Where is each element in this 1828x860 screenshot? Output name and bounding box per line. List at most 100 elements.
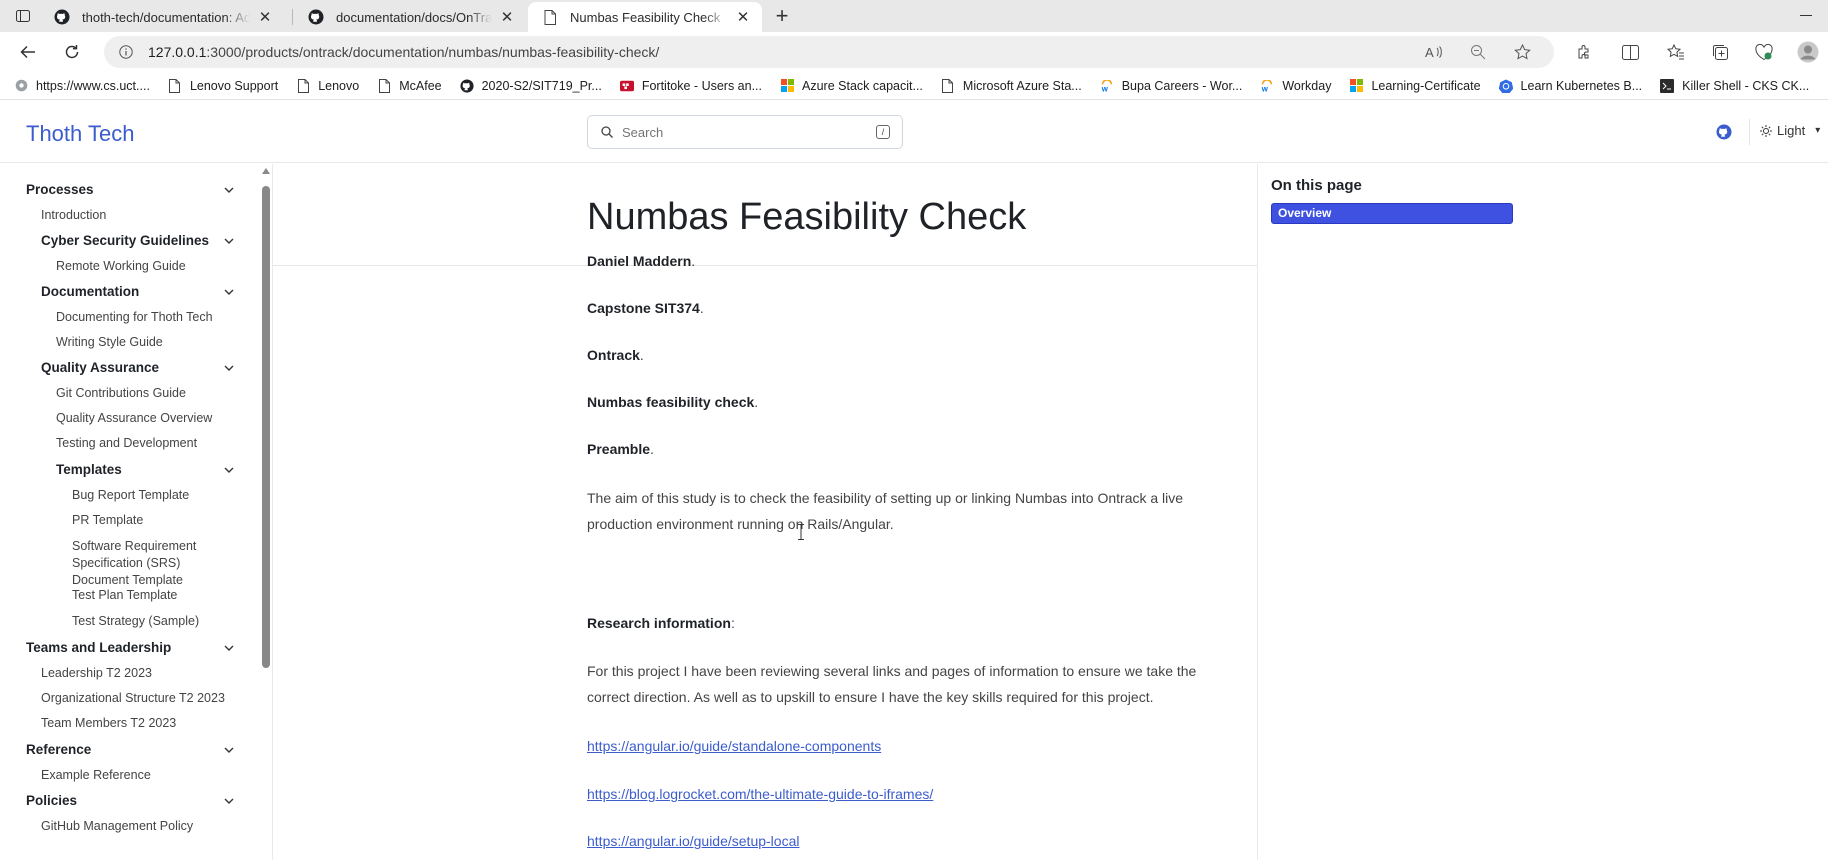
split-screen-icon[interactable] — [1618, 40, 1642, 64]
favorites-icon[interactable] — [1664, 40, 1688, 64]
zoom-out-icon[interactable] — [1466, 40, 1490, 64]
svg-text:w: w — [1261, 84, 1269, 92]
search-box[interactable]: / — [587, 115, 903, 149]
scroll-up-icon[interactable] — [262, 168, 270, 174]
browser-tab-bar: thoth-tech/documentation: Add ✕ document… — [0, 0, 1828, 32]
sidebar-item-github-management-policy[interactable]: GitHub Management Policy — [41, 818, 236, 835]
sidebar-item-organizational-structure-t2-2023[interactable]: Organizational Structure T2 2023 — [41, 690, 236, 707]
reference-link[interactable]: https://angular.io/guide/standalone-comp… — [587, 738, 881, 754]
sidebar-item-test-plan-template[interactable]: Test Plan Template — [72, 587, 236, 604]
chevron-down-icon[interactable] — [222, 641, 236, 655]
sidebar-item-bug-report-template[interactable]: Bug Report Template — [72, 487, 236, 504]
sidebar-item-reference[interactable]: Reference — [26, 741, 236, 758]
sidebar-item-writing-style-guide[interactable]: Writing Style Guide — [56, 334, 236, 351]
sidebar-item-cyber-security-guidelines[interactable]: Cyber Security Guidelines — [41, 232, 236, 249]
sidebar-item-git-contributions-guide[interactable]: Git Contributions Guide — [56, 385, 236, 402]
sidebar-item-quality-assurance-overview[interactable]: Quality Assurance Overview — [56, 410, 236, 427]
new-tab-icon[interactable]: + — [770, 3, 794, 28]
svg-text:A: A — [1425, 45, 1434, 59]
url-text: 127.0.0.1:3000/products/ontrack/document… — [148, 44, 659, 60]
read-aloud-icon[interactable]: A — [1422, 40, 1446, 64]
bookmark-item[interactable]: Microsoft Azure Sta... — [941, 78, 1082, 93]
sidebar-item-pr-template[interactable]: PR Template — [72, 512, 236, 529]
bookmark-label: Lenovo Support — [189, 78, 279, 93]
sidebar-item-documenting-for-thoth-tech[interactable]: Documenting for Thoth Tech — [56, 309, 236, 326]
toc-item-overview[interactable]: Overview — [1271, 203, 1513, 224]
sidebar-item-templates[interactable]: Templates — [56, 461, 236, 478]
bookmark-item[interactable]: Lenovo — [296, 78, 359, 93]
browser-essentials-icon[interactable] — [1752, 40, 1776, 64]
sidebar-item-documentation[interactable]: Documentation — [41, 283, 236, 300]
bookmark-item[interactable]: Fortitoke - Users an... — [619, 79, 762, 93]
sidebar-item-software-requirement-specification-srs-document-template[interactable]: Software Requirement Specification (SRS)… — [72, 538, 236, 589]
close-icon[interactable]: ✕ — [256, 8, 274, 26]
page-title: Numbas Feasibility Check — [587, 196, 1027, 238]
sidebar-item-example-reference[interactable]: Example Reference — [41, 767, 236, 784]
bookmark-item[interactable]: Killer Shell - CKS CK... — [1660, 78, 1809, 93]
reference-link[interactable]: https://angular.io/guide/setup-local — [587, 833, 799, 849]
sidebar-item-team-members-t2-2023[interactable]: Team Members T2 2023 — [41, 715, 236, 732]
extensions-icon[interactable] — [1572, 40, 1596, 64]
page-icon — [377, 78, 391, 93]
close-icon[interactable]: ✕ — [498, 8, 516, 26]
bookmark-item[interactable]: Lenovo Support — [168, 78, 279, 93]
browser-tab-1[interactable]: thoth-tech/documentation: Add ✕ — [40, 2, 284, 32]
browser-tab-3-active[interactable]: Numbas Feasibility Check ✕ — [528, 2, 762, 32]
sidebar-item-leadership-t2-2023[interactable]: Leadership T2 2023 — [41, 665, 236, 682]
sidebar-item-label: Bug Report Template — [72, 488, 190, 502]
browser-tab-2[interactable]: documentation/docs/OnTrack/N ✕ — [294, 2, 526, 32]
reload-icon[interactable] — [60, 40, 84, 64]
address-bar[interactable]: 127.0.0.1:3000/products/ontrack/document… — [104, 36, 1554, 68]
chevron-down-icon[interactable] — [222, 234, 236, 248]
sidebar-item-teams-and-leadership[interactable]: Teams and Leadership — [26, 639, 236, 656]
github-icon[interactable] — [1716, 124, 1732, 140]
body-paragraph: The aim of this study is to check the fe… — [587, 490, 1184, 532]
bookmark-item[interactable]: w Workday — [1260, 79, 1331, 93]
sidebar-item-quality-assurance[interactable]: Quality Assurance — [41, 359, 236, 376]
chevron-down-icon[interactable] — [222, 361, 236, 375]
sidebar-item-test-strategy-sample[interactable]: Test Strategy (Sample) — [72, 613, 236, 630]
info-icon[interactable] — [118, 44, 134, 60]
fortitoke-icon — [619, 79, 634, 93]
bold-paragraph: Research information: — [587, 610, 1227, 636]
bold-text: Capstone SIT374 — [587, 300, 700, 316]
profile-avatar-icon[interactable] — [1796, 40, 1820, 64]
url-host: 127.0.0.1 — [148, 44, 207, 60]
close-icon[interactable]: ✕ — [734, 8, 752, 26]
chevron-down-icon[interactable] — [222, 743, 236, 757]
sun-icon — [1760, 124, 1772, 137]
sidebar-item-processes[interactable]: Processes — [26, 181, 236, 198]
back-icon[interactable] — [16, 40, 40, 64]
chevron-down-icon[interactable] — [222, 183, 236, 197]
tab-title: thoth-tech/documentation: Add — [82, 9, 250, 25]
sidebar-item-label: Testing and Development — [56, 436, 198, 450]
tab-actions-icon[interactable] — [14, 8, 32, 24]
minimize-icon[interactable] — [1798, 8, 1814, 24]
bookmark-item[interactable]: 2020-S2/SIT719_Pr... — [460, 79, 602, 93]
bookmark-label: Azure Stack capacit... — [802, 78, 923, 93]
bookmark-item[interactable]: w Bupa Careers - Wor... — [1100, 79, 1242, 93]
site-title-link[interactable]: Thoth Tech — [26, 121, 134, 147]
chevron-down-icon[interactable] — [222, 794, 236, 808]
search-shortcut-badge: / — [876, 125, 890, 139]
bookmark-item[interactable]: Learning-Certificate — [1349, 79, 1481, 93]
sidebar-item-policies[interactable]: Policies — [26, 792, 236, 809]
toc-heading: On this page — [1271, 177, 1362, 194]
sidebar-scrollbar[interactable] — [260, 164, 272, 860]
favorite-star-icon[interactable] — [1510, 40, 1534, 64]
scrollbar-thumb[interactable] — [262, 186, 270, 668]
bookmark-item[interactable]: https://www.cs.uct.... — [14, 79, 150, 93]
sidebar-item-label: Documentation — [41, 284, 140, 299]
bookmark-item[interactable]: McAfee — [377, 78, 442, 93]
theme-select[interactable]: Light ▾ — [1760, 123, 1820, 138]
chevron-down-icon[interactable] — [222, 285, 236, 299]
sidebar-item-remote-working-guide[interactable]: Remote Working Guide — [56, 258, 236, 275]
bookmark-item[interactable]: Learn Kubernetes B... — [1498, 79, 1642, 93]
chevron-down-icon[interactable] — [222, 463, 236, 477]
sidebar-item-introduction[interactable]: Introduction — [41, 207, 236, 224]
search-input[interactable] — [622, 124, 876, 140]
sidebar-item-testing-and-development[interactable]: Testing and Development — [56, 435, 236, 452]
collections-icon[interactable] — [1708, 40, 1732, 64]
reference-link[interactable]: https://blog.logrocket.com/the-ultimate-… — [587, 786, 933, 802]
bookmark-item[interactable]: Azure Stack capacit... — [780, 79, 923, 93]
